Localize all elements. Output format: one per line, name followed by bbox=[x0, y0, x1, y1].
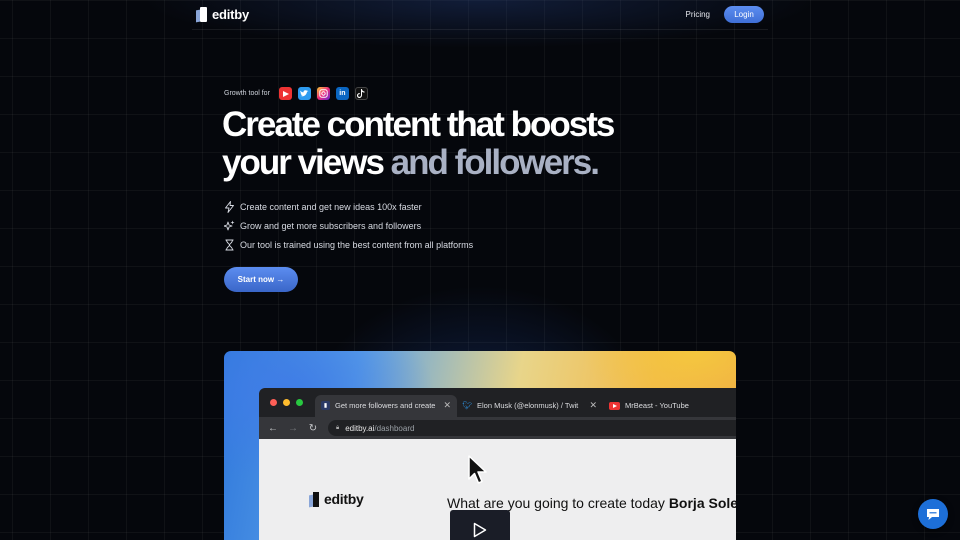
twitter-icon bbox=[297, 87, 311, 100]
nav-actions: Pricing Login bbox=[686, 6, 764, 23]
browser-tab: 🐦︎ Elon Musk (@elonmusk) / Twit ✕ bbox=[457, 395, 603, 417]
question-name: Borja Sole bbox=[668, 495, 736, 511]
logo[interactable]: editby bbox=[196, 7, 250, 23]
chat-support-button[interactable] bbox=[918, 499, 948, 529]
hero-headline: Create content that boosts your views an… bbox=[222, 106, 692, 182]
browser-toolbar: ← → ↻ 🔒︎ editby.ai/dashboard bbox=[259, 417, 736, 439]
dashboard-logo: editby bbox=[309, 491, 364, 507]
minimize-dot bbox=[283, 399, 290, 406]
address-bar: 🔒︎ editby.ai/dashboard bbox=[328, 420, 736, 436]
forward-arrow-icon: → bbox=[288, 422, 298, 434]
tiktok-icon bbox=[354, 87, 368, 100]
product-screenshot: ▮ Get more followers and create ✕ 🐦︎ Elo… bbox=[224, 351, 736, 540]
feature-list: Create content and get new ideas 100x fa… bbox=[224, 197, 473, 254]
chat-icon bbox=[927, 508, 939, 520]
close-tab-icon: ✕ bbox=[443, 400, 451, 410]
headline-views: your views bbox=[222, 143, 385, 182]
browser-window: ▮ Get more followers and create ✕ 🐦︎ Elo… bbox=[259, 388, 736, 540]
close-tab-icon: ✕ bbox=[589, 400, 597, 410]
reload-icon: ↻ bbox=[308, 422, 318, 434]
linkedin-icon: in bbox=[335, 87, 349, 100]
headline-and: and bbox=[390, 143, 449, 182]
feature-item: Our tool is trained using the best conte… bbox=[224, 235, 473, 254]
url-path: /dashboard bbox=[374, 423, 415, 433]
growth-tool-row: Growth tool for in bbox=[224, 87, 368, 100]
feature-item: Create content and get new ideas 100x fa… bbox=[224, 197, 473, 216]
youtube-tab-icon bbox=[609, 401, 620, 410]
hourglass-icon bbox=[225, 239, 234, 250]
headline-line-2: your views and followers. bbox=[222, 144, 692, 182]
video-play-button bbox=[450, 510, 510, 540]
browser-tab-bar: ▮ Get more followers and create ✕ 🐦︎ Elo… bbox=[259, 388, 736, 417]
tab-title: Elon Musk (@elonmusk) / Twit bbox=[477, 401, 579, 410]
feature-item: Grow and get more subscribers and follow… bbox=[224, 216, 473, 235]
browser-tab: ▮ Get more followers and create ✕ bbox=[315, 394, 457, 417]
play-icon bbox=[473, 522, 487, 538]
dashboard-question: What are you going to create today Borja… bbox=[447, 495, 736, 511]
logo-icon bbox=[196, 7, 208, 23]
headline-followers: followers. bbox=[454, 143, 600, 182]
dashboard-logo-icon bbox=[309, 491, 320, 507]
back-arrow-icon: ← bbox=[268, 422, 278, 434]
lock-icon: 🔒︎ bbox=[336, 424, 340, 431]
headline-line-1: Create content that boosts bbox=[222, 105, 615, 144]
feature-text: Grow and get more subscribers and follow… bbox=[240, 220, 422, 231]
tab-title: Get more followers and create bbox=[335, 401, 436, 410]
youtube-icon bbox=[278, 87, 292, 100]
login-button[interactable]: Login bbox=[724, 6, 764, 23]
window-controls bbox=[270, 399, 303, 406]
pricing-link[interactable]: Pricing bbox=[686, 10, 710, 19]
dashboard-logo-text: editby bbox=[324, 491, 364, 507]
start-now-button[interactable]: Start now → bbox=[224, 267, 298, 292]
logo-text: editby bbox=[212, 7, 250, 22]
dashboard-page: editby What are you going to create toda… bbox=[259, 439, 736, 540]
url-host: editby.ai bbox=[345, 423, 375, 433]
lightning-icon bbox=[225, 200, 234, 213]
instagram-icon bbox=[316, 87, 330, 100]
mouse-cursor-icon bbox=[468, 455, 487, 484]
top-nav: editby Pricing Login bbox=[192, 0, 768, 30]
sparkles-icon bbox=[224, 220, 235, 230]
question-text: What are you going to create today bbox=[447, 495, 665, 511]
feature-text: Our tool is trained using the best conte… bbox=[240, 239, 474, 250]
growth-label: Growth tool for bbox=[224, 90, 270, 97]
twitter-tab-icon: 🐦︎ bbox=[462, 401, 473, 410]
browser-tab: MrBeast - YouTube bbox=[603, 395, 713, 417]
maximize-dot bbox=[296, 399, 303, 406]
feature-text: Create content and get new ideas 100x fa… bbox=[240, 201, 422, 212]
close-dot bbox=[270, 399, 277, 406]
editby-tab-icon: ▮ bbox=[321, 401, 330, 410]
tab-title: MrBeast - YouTube bbox=[625, 401, 689, 410]
